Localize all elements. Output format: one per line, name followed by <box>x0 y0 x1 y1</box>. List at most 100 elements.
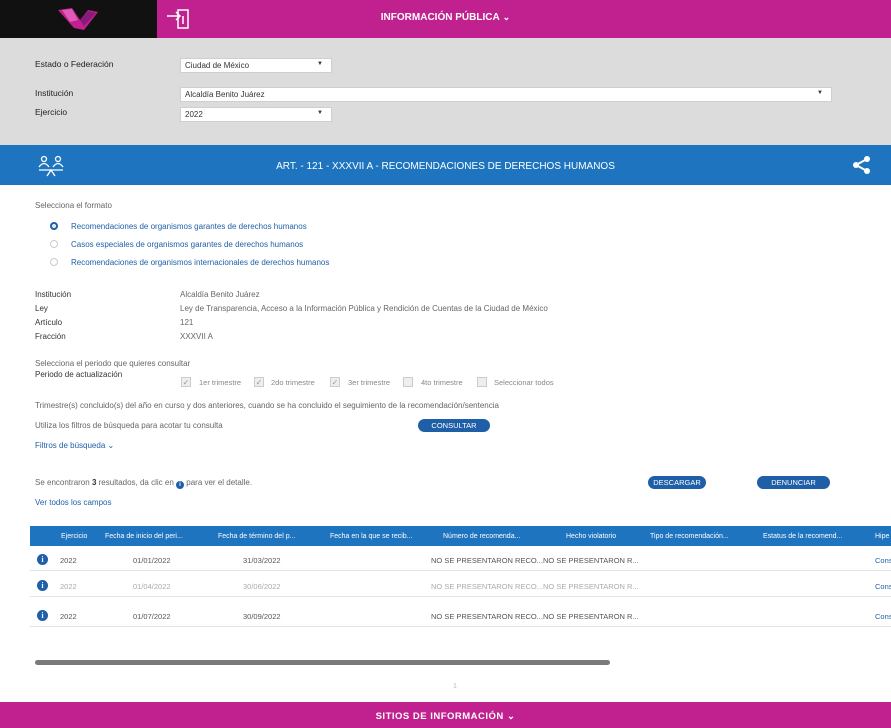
info-icon: i <box>176 481 185 489</box>
detail-articulo-label: Artículo <box>35 318 63 327</box>
cell-hipervinculo[interactable]: Cons <box>875 556 891 565</box>
info-icon[interactable]: i <box>37 580 48 591</box>
results-count: 3 <box>91 478 97 487</box>
cell-numero: NO SE PRESENTARON RECO... <box>431 612 543 621</box>
cell-fecha-inicio: 01/01/2022 <box>133 556 171 565</box>
cell-hecho: NO SE PRESENTARON R... <box>543 556 639 565</box>
cell-fecha-termino: 30/06/2022 <box>243 582 281 591</box>
footer-bar[interactable]: SITIOS DE INFORMACIÓN ⌄ <box>0 702 891 728</box>
cell-fecha-inicio: 01/07/2022 <box>133 612 171 621</box>
col-hipervinculo[interactable]: Hipe <box>875 533 889 540</box>
descargar-button[interactable]: DESCARGAR <box>648 476 706 489</box>
col-fecha-termino[interactable]: Fecha de término del p... <box>218 533 295 540</box>
share-icon[interactable] <box>852 155 872 175</box>
results-prefix: Se encontraron <box>35 478 90 487</box>
trimestre-1-checkbox[interactable]: ✓ <box>181 377 191 387</box>
chevron-down-icon: ⌄ <box>107 441 115 450</box>
institucion-value: Alcaldía Benito Juárez <box>185 90 265 99</box>
detail-ley-value: Ley de Transparencia, Acceso a la Inform… <box>180 304 548 313</box>
format-radio-2[interactable] <box>50 240 58 248</box>
format-option-1[interactable]: Recomendaciones de organismos garantes d… <box>71 222 307 231</box>
search-hint: Utiliza los filtros de búsqueda para aco… <box>35 421 223 430</box>
top-bar: INFORMACIÓN PÚBLICA ⌄ <box>0 0 891 38</box>
results-middle: resultados, da clic en <box>98 478 174 487</box>
format-option-3[interactable]: Recomendaciones de organismos internacio… <box>71 258 329 267</box>
trimestre-3-label: 3er trimestre <box>348 378 391 387</box>
trimestre-4-label: 4to trimestre <box>421 378 463 387</box>
public-info-label: INFORMACIÓN PÚBLICA <box>380 12 500 23</box>
trimestre-1-label: 1er trimestre <box>199 378 242 387</box>
trimestre-3-checkbox[interactable]: ✓ <box>330 377 340 387</box>
table-row[interactable]: i 2022 01/04/2022 30/06/2022 NO SE PRESE… <box>30 575 891 597</box>
detail-articulo-value: 121 <box>180 318 194 327</box>
search-filters-label: Filtros de búsqueda <box>35 441 106 450</box>
select-all-label: Seleccionar todos <box>494 378 554 387</box>
col-ejercicio[interactable]: Ejercicio <box>61 533 87 540</box>
col-fecha-inicio[interactable]: Fecha de inicio del peri... <box>105 533 183 540</box>
ejercicio-label: Ejercicio <box>35 107 68 117</box>
cell-ejercicio: 2022 <box>60 582 77 591</box>
detail-fraccion-value: XXXVII A <box>180 332 213 341</box>
table-row[interactable]: i 2022 01/07/2022 30/09/2022 NO SE PRESE… <box>30 605 891 627</box>
results-summary: Se encontraron 3 resultados, da clic en … <box>35 478 252 489</box>
horizontal-scrollbar[interactable] <box>35 660 610 665</box>
footer-title: SITIOS DE INFORMACIÓN <box>375 711 504 722</box>
footer-sites-menu[interactable]: SITIOS DE INFORMACIÓN ⌄ <box>0 711 891 722</box>
search-filters-toggle[interactable]: Filtros de búsqueda ⌄ <box>35 441 114 450</box>
dropdown-arrow-icon: ▼ <box>317 110 323 116</box>
trimestre-4-checkbox[interactable] <box>403 377 413 387</box>
table-header: Ejercicio Fecha de inicio del peri... Fe… <box>30 526 891 546</box>
page-number[interactable]: 1 <box>453 683 457 690</box>
detail-institucion-value: Alcaldía Benito Juárez <box>180 290 260 299</box>
col-tipo-recomendacion[interactable]: Tipo de recomendación... <box>650 533 729 540</box>
cell-hecho: NO SE PRESENTARON R... <box>543 582 639 591</box>
col-numero-recomendacion[interactable]: Número de recomenda... <box>443 533 520 540</box>
dropdown-arrow-icon: ▼ <box>817 90 823 96</box>
results-suffix: para ver el detalle. <box>186 478 253 487</box>
format-radio-3[interactable] <box>50 258 58 266</box>
detail-fraccion-label: Fracción <box>35 332 66 341</box>
ver-todos-link[interactable]: Ver todos los campos <box>35 498 111 507</box>
cell-ejercicio: 2022 <box>60 556 77 565</box>
cell-hecho: NO SE PRESENTARON R... <box>543 612 639 621</box>
col-hecho-violatorio[interactable]: Hecho violatorio <box>566 533 616 540</box>
col-estatus[interactable]: Estatus de la recomend... <box>763 533 842 540</box>
table-row[interactable]: i 2022 01/01/2022 31/03/2022 NO SE PRESE… <box>30 549 891 571</box>
consultar-button[interactable]: CONSULTAR <box>418 419 490 432</box>
public-info-menu[interactable]: INFORMACIÓN PÚBLICA ⌄ <box>0 12 891 23</box>
cell-numero: NO SE PRESENTARON RECO... <box>431 582 543 591</box>
cell-ejercicio: 2022 <box>60 612 77 621</box>
period-intro: Selecciona el periodo que quieres consul… <box>35 359 191 368</box>
cell-fecha-termino: 30/09/2022 <box>243 612 281 621</box>
estado-select[interactable]: Ciudad de México ▼ <box>180 58 332 73</box>
ejercicio-value: 2022 <box>185 110 203 119</box>
detail-ley-label: Ley <box>35 304 48 313</box>
format-radio-1[interactable] <box>50 222 58 230</box>
article-title: ART. - 121 - XXXVII A - RECOMENDACIONES … <box>276 161 615 172</box>
ejercicio-select[interactable]: 2022 ▼ <box>180 107 332 122</box>
article-bar: ART. - 121 - XXXVII A - RECOMENDACIONES … <box>0 145 891 185</box>
detail-institucion-label: Institución <box>35 290 72 299</box>
chevron-down-icon: ⌄ <box>506 711 516 722</box>
estado-label: Estado o Federación <box>35 59 114 69</box>
cell-hipervinculo[interactable]: Cons <box>875 582 891 591</box>
cell-fecha-inicio: 01/04/2022 <box>133 582 171 591</box>
col-fecha-recibio[interactable]: Fecha en la que se recib... <box>330 533 413 540</box>
format-label: Selecciona el formato <box>35 201 112 210</box>
chevron-down-icon: ⌄ <box>502 12 511 22</box>
trimestre-2-checkbox[interactable]: ✓ <box>254 377 264 387</box>
institucion-select[interactable]: Alcaldía Benito Juárez ▼ <box>180 87 832 102</box>
select-all-checkbox[interactable] <box>477 377 487 387</box>
trimestre-2-label: 2do trimestre <box>271 378 315 387</box>
info-icon[interactable]: i <box>37 554 48 565</box>
cell-fecha-termino: 31/03/2022 <box>243 556 281 565</box>
cell-numero: NO SE PRESENTARON RECO... <box>431 556 543 565</box>
period-label: Periodo de actualización <box>35 370 123 379</box>
denunciar-button[interactable]: DENUNCIAR <box>757 476 830 489</box>
dropdown-arrow-icon: ▼ <box>317 61 323 67</box>
filter-panel: Estado o Federación Ciudad de México ▼ I… <box>0 38 891 145</box>
cell-hipervinculo[interactable]: Cons <box>875 612 891 621</box>
info-icon[interactable]: i <box>37 610 48 621</box>
format-option-2[interactable]: Casos especiales de organismos garantes … <box>71 240 303 249</box>
period-note: Trimestre(s) concluido(s) del año en cur… <box>35 401 499 410</box>
